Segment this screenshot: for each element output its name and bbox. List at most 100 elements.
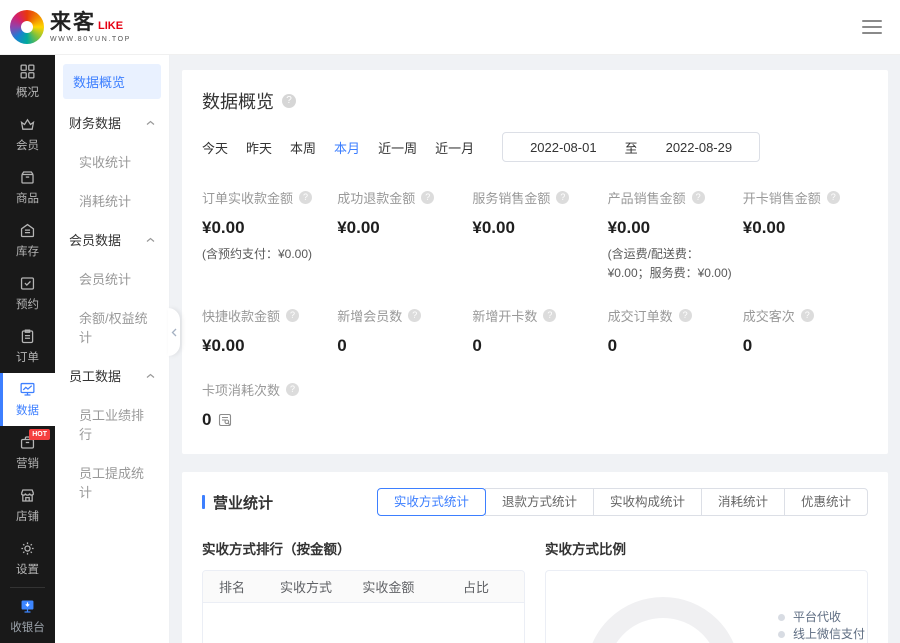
menu-item-consume-stats[interactable]: 消耗统计 xyxy=(55,181,169,220)
stat-deal-orders: 成交订单数? 0 xyxy=(608,306,733,356)
tab-consume-stats[interactable]: 消耗统计 xyxy=(701,488,785,516)
tab-discount-stats[interactable]: 优惠统计 xyxy=(784,488,868,516)
stats-tabs: 实收方式统计 退款方式统计 实收构成统计 消耗统计 优惠统计 xyxy=(377,488,868,516)
help-icon[interactable]: ? xyxy=(286,383,299,396)
clipboard-icon xyxy=(19,328,36,345)
sidebar-item-settings[interactable]: 设置 xyxy=(0,532,55,585)
brand-suffix: LIKE xyxy=(98,21,123,33)
legend-item[interactable]: 线上微信支付 xyxy=(778,628,868,640)
section-title: 营业统计 xyxy=(202,492,273,513)
sidebar-item-orders[interactable]: 订单 xyxy=(0,320,55,373)
record-detail-icon[interactable] xyxy=(218,413,232,427)
sidebar-item-members[interactable]: 会员 xyxy=(0,108,55,161)
brand-logo: 来客 LIKE WWW.80YUN.TOP xyxy=(10,10,131,44)
stat-service-sales: 服务销售金额? ¥0.00 xyxy=(472,188,597,282)
sidebar-item-shop[interactable]: 店铺 xyxy=(0,479,55,532)
sidebar-item-goods[interactable]: 商品 xyxy=(0,161,55,214)
sidebar-item-marketing[interactable]: HOT 营销 xyxy=(0,426,55,479)
chevron-up-icon xyxy=(146,237,155,243)
legend-dot xyxy=(778,631,785,638)
business-stats-card: 营业统计 实收方式统计 退款方式统计 实收构成统计 消耗统计 优惠统计 实收方式… xyxy=(182,472,888,643)
donut-center-label: 总金额 ¥0.00 xyxy=(586,597,740,643)
menu-group-member-data[interactable]: 会员数据 xyxy=(55,220,169,259)
filter-this-week[interactable]: 本周 xyxy=(290,138,316,157)
stats-grid: 订单实收款金额? ¥0.00 (含预约支付：¥0.00) 成功退款金额? ¥0.… xyxy=(202,188,868,430)
app-window: 来客 LIKE WWW.80YUN.TOP 概况 会员 商品 xyxy=(0,0,900,643)
menu-item-staff-commission[interactable]: 员工提成统计 xyxy=(55,453,169,511)
date-range-picker[interactable]: 2022-08-01 至 2022-08-29 xyxy=(502,132,760,162)
date-end[interactable]: 2022-08-29 xyxy=(666,140,733,155)
help-icon[interactable]: ? xyxy=(286,309,299,322)
brand-site: WWW.80YUN.TOP xyxy=(50,36,131,43)
monitor-chart-icon xyxy=(19,381,36,398)
help-icon[interactable]: ? xyxy=(299,191,312,204)
help-icon[interactable]: ? xyxy=(282,94,296,108)
stat-product-sales: 产品销售金额? ¥0.00 (含运费/配送费：¥0.00；服务费：¥0.00) xyxy=(608,188,733,282)
brand-name: 来客 xyxy=(50,12,96,33)
sidebar-item-cashier[interactable]: 收银台 xyxy=(0,590,55,643)
chevron-up-icon xyxy=(146,120,155,126)
tab-refund-method-stats[interactable]: 退款方式统计 xyxy=(485,488,594,516)
menu-item-member-stats[interactable]: 会员统计 xyxy=(55,259,169,298)
menu-item-staff-ranking[interactable]: 员工业绩排行 xyxy=(55,395,169,453)
gear-icon xyxy=(19,540,36,557)
proportion-panel-title: 实收方式比例 xyxy=(545,538,868,558)
main-content: 数据概览 ? 今天 昨天 本周 本月 近一周 近一月 2022-08-01 至 … xyxy=(170,55,900,643)
filter-yesterday[interactable]: 昨天 xyxy=(246,138,272,157)
stat-new-cards: 新增开卡数? 0 xyxy=(472,306,597,356)
date-filter-row: 今天 昨天 本周 本月 近一周 近一月 2022-08-01 至 2022-08… xyxy=(202,132,868,162)
stat-order-received: 订单实收款金额? ¥0.00 (含预约支付：¥0.00) xyxy=(202,188,327,282)
help-icon[interactable]: ? xyxy=(421,191,434,204)
table-header-row: 排名 实收方式 实收金额 占比 xyxy=(203,571,524,603)
sidebar-item-data[interactable]: 数据 xyxy=(0,373,55,426)
menu-group-finance-data[interactable]: 财务数据 xyxy=(55,103,169,142)
package-icon xyxy=(19,169,36,186)
storefront-icon xyxy=(19,487,36,504)
help-icon[interactable]: ? xyxy=(543,309,556,322)
help-icon[interactable]: ? xyxy=(827,191,840,204)
stat-card-consume-count: 卡项消耗次数? 0 xyxy=(202,380,327,430)
ranking-table: 排名 实收方式 实收金额 占比 暂无数据 xyxy=(202,570,525,643)
filter-last-30-days[interactable]: 近一月 xyxy=(435,138,474,157)
cashier-icon xyxy=(19,598,36,615)
help-icon[interactable]: ? xyxy=(692,191,705,204)
sidebar-collapse-handle[interactable] xyxy=(168,308,180,356)
help-icon[interactable]: ? xyxy=(801,309,814,322)
sidebar-item-booking[interactable]: 预约 xyxy=(0,267,55,320)
menu-item-balance-stats[interactable]: 余额/权益统计 xyxy=(55,298,169,356)
help-icon[interactable]: ? xyxy=(556,191,569,204)
sidebar-item-overview[interactable]: 概况 xyxy=(0,55,55,108)
chevron-up-icon xyxy=(146,373,155,379)
help-icon[interactable]: ? xyxy=(408,309,421,322)
layout: 概况 会员 商品 库存 预约 订单 xyxy=(0,55,900,643)
filter-this-month[interactable]: 本月 xyxy=(334,138,360,157)
sidebar-divider xyxy=(10,587,45,588)
chart-legend: 平台代收 线上微信支付 现金 其他 微信（记账） 支付宝（记账） POS机（记账… xyxy=(778,611,868,643)
receipt-proportion-panel: 实收方式比例 总金额 ¥0.00 平台代收 线上微信支付 现金 xyxy=(545,538,868,643)
legend-dot xyxy=(778,614,785,621)
filter-today[interactable]: 今天 xyxy=(202,138,228,157)
stat-quick-payment: 快捷收款金额? ¥0.00 xyxy=(202,306,327,356)
legend-item[interactable]: 平台代收 xyxy=(778,611,868,623)
menu-item-receipt-stats[interactable]: 实收统计 xyxy=(55,142,169,181)
chevron-left-icon xyxy=(171,328,177,337)
tab-receipt-method-stats[interactable]: 实收方式统计 xyxy=(377,488,486,516)
tab-receipt-composition-stats[interactable]: 实收构成统计 xyxy=(593,488,702,516)
stat-refund: 成功退款金额? ¥0.00 xyxy=(337,188,462,282)
menu-group-staff-data[interactable]: 员工数据 xyxy=(55,356,169,395)
sidebar-item-inventory[interactable]: 库存 xyxy=(0,214,55,267)
brand-logo-icon xyxy=(10,10,44,44)
date-separator: 至 xyxy=(625,138,638,157)
date-start[interactable]: 2022-08-01 xyxy=(530,140,597,155)
ranking-panel-title: 实收方式排行（按金额） xyxy=(202,538,525,558)
hamburger-menu-icon[interactable] xyxy=(862,20,882,34)
warehouse-icon xyxy=(19,222,36,239)
help-icon[interactable]: ? xyxy=(679,309,692,322)
menu-item-data-overview[interactable]: 数据概览 xyxy=(63,64,161,99)
stat-new-members: 新增会员数? 0 xyxy=(337,306,462,356)
grid-icon xyxy=(19,63,36,80)
filter-last-7-days[interactable]: 近一周 xyxy=(378,138,417,157)
title-accent-bar xyxy=(202,495,205,509)
crown-icon xyxy=(19,116,36,133)
primary-sidebar: 概况 会员 商品 库存 预约 订单 xyxy=(0,55,55,643)
